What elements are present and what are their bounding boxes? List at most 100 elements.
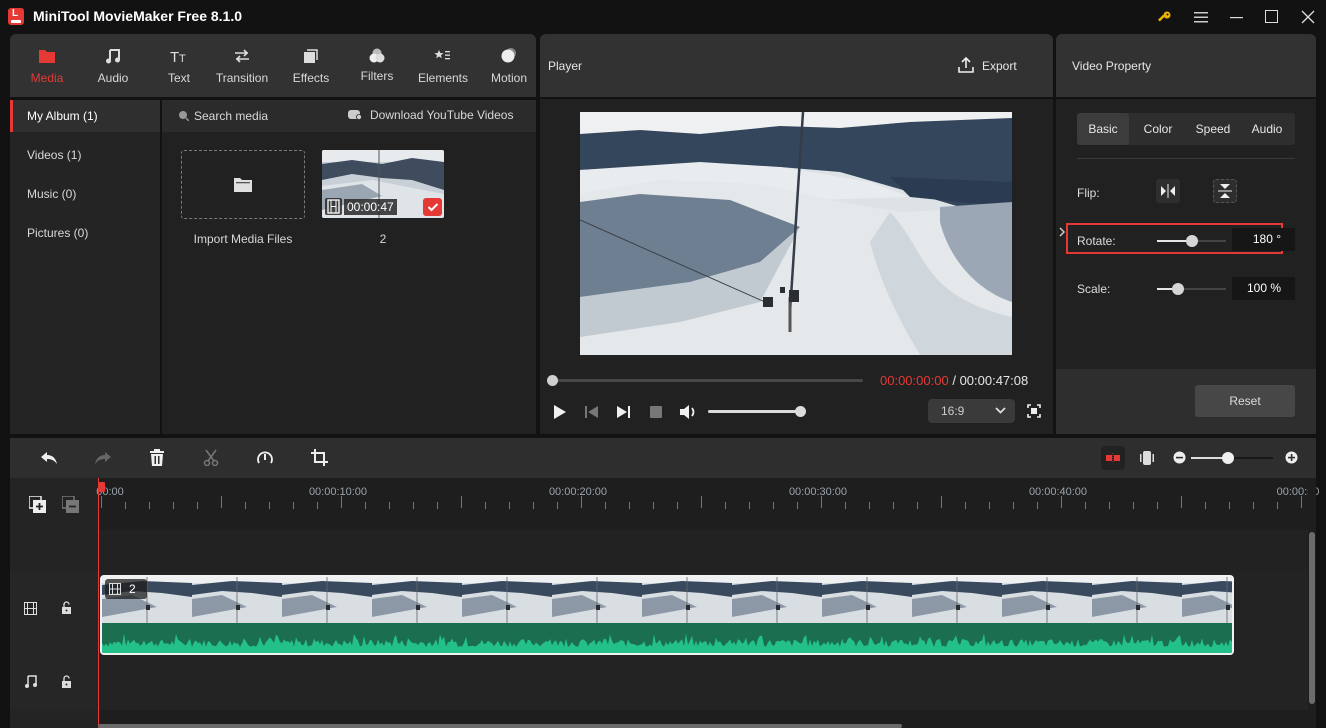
tab-audio[interactable]: Audio (80, 34, 146, 97)
time-separator: / (952, 373, 956, 388)
selected-check-icon[interactable] (423, 198, 442, 216)
crop-icon[interactable] (311, 449, 328, 466)
timeline-video-clip[interactable]: 2 (100, 575, 1234, 655)
reset-button[interactable]: Reset (1195, 385, 1295, 417)
timeline-zoom-handle[interactable] (1221, 452, 1234, 464)
tab-motion[interactable]: Motion (476, 34, 542, 97)
tab-label: Media (30, 71, 64, 85)
export-icon (957, 56, 975, 74)
menu-icon[interactable] (1188, 4, 1214, 30)
filters-icon (344, 46, 410, 66)
next-frame-icon[interactable] (616, 405, 630, 419)
tab-effects[interactable]: Effects (278, 34, 344, 97)
speed-icon[interactable] (256, 449, 274, 467)
ruler-minor-tick (485, 502, 486, 509)
redo-icon[interactable] (94, 450, 112, 466)
maximize-icon[interactable] (1259, 4, 1285, 30)
tab-elements[interactable]: Elements (410, 34, 476, 97)
rotate-slider-handle[interactable] (1185, 235, 1198, 247)
tab-media[interactable]: Media (14, 34, 80, 97)
fit-timeline-icon[interactable] (1140, 450, 1154, 466)
audio-waveform (102, 623, 1232, 653)
ruler-label: 00:00:20:00 (548, 486, 608, 498)
tab-speed[interactable]: Speed (1187, 113, 1239, 145)
time-display: 00:00:00:00 / 00:00:47:08 (880, 373, 1028, 388)
playhead-handle[interactable] (98, 482, 105, 492)
zoom-in-icon[interactable] (1285, 451, 1298, 464)
ruler-major-tick (1181, 496, 1182, 508)
clip-frame (912, 577, 1002, 623)
volume-icon[interactable] (680, 404, 698, 420)
clip-name: 2 (379, 232, 387, 246)
sidebar-item-pictures[interactable]: Pictures (0) (10, 217, 160, 249)
ruler-minor-tick (605, 502, 606, 509)
split-scissors-icon[interactable] (203, 449, 219, 466)
flip-vertical-icon[interactable] (1213, 179, 1237, 203)
ruler-minor-tick (749, 502, 750, 509)
ruler-minor-tick (293, 502, 294, 509)
tab-text[interactable]: TT Text (146, 34, 212, 97)
ruler-minor-tick (365, 502, 366, 509)
tab-transition[interactable]: Transition (209, 34, 275, 97)
delete-icon[interactable] (149, 449, 165, 466)
remove-track-icon[interactable] (62, 496, 80, 514)
tab-filters[interactable]: Filters (344, 34, 410, 97)
import-media-button[interactable] (181, 150, 305, 219)
volume-handle[interactable] (795, 406, 806, 417)
scale-slider-handle[interactable] (1172, 283, 1185, 295)
ruler-minor-tick (869, 502, 870, 509)
tab-basic[interactable]: Basic (1077, 113, 1129, 145)
clip-frame (192, 577, 282, 623)
divider (1077, 158, 1295, 159)
play-icon[interactable] (553, 405, 567, 419)
motion-icon (476, 46, 542, 66)
rotate-value-input[interactable]: 180 ° (1232, 228, 1295, 251)
flip-horizontal-icon[interactable] (1156, 179, 1180, 203)
video-track-header (10, 572, 98, 656)
snap-toggle-icon[interactable] (1101, 446, 1125, 470)
scale-value-input[interactable]: 100 % (1232, 277, 1295, 300)
clip-frames (102, 577, 1232, 623)
ruler-minor-tick (389, 502, 390, 509)
export-button[interactable]: Export (982, 59, 1017, 73)
fullscreen-icon[interactable] (1027, 404, 1041, 418)
ruler-minor-tick (725, 502, 726, 509)
ruler-minor-tick (125, 502, 126, 509)
stop-icon[interactable] (650, 406, 662, 418)
property-title: Video Property (1072, 59, 1152, 73)
undo-icon[interactable] (40, 450, 58, 466)
timeline-ruler[interactable]: 00:00 00:00:10:00 00:00:20:00 00:00:30:0… (96, 478, 1319, 520)
app-logo-icon (8, 8, 24, 25)
add-track-icon[interactable] (29, 496, 47, 514)
playback-progress-bar[interactable] (552, 379, 863, 382)
download-youtube-button[interactable]: Download YouTube Videos (370, 108, 513, 122)
minimize-icon[interactable] (1224, 4, 1250, 30)
unlock-icon[interactable] (61, 675, 72, 688)
sidebar-item-my-album[interactable]: My Album (1) (10, 100, 160, 132)
scale-label: Scale: (1077, 282, 1111, 296)
search-media-input[interactable]: Search media (194, 109, 268, 123)
ruler-minor-tick (893, 502, 894, 509)
horizontal-scrollbar[interactable] (98, 724, 902, 728)
clip-frame (822, 577, 912, 623)
ruler-major-tick (941, 496, 942, 508)
aspect-ratio-select[interactable]: 16:9 (928, 399, 1015, 423)
collapse-panel-handle[interactable] (1058, 227, 1068, 307)
license-key-icon[interactable] (1152, 4, 1178, 30)
audio-track-header (10, 656, 98, 710)
previous-frame-icon[interactable] (585, 405, 599, 419)
tab-color[interactable]: Color (1132, 113, 1184, 145)
app-title: MiniTool MovieMaker Free 8.1.0 (33, 8, 243, 24)
volume-slider[interactable] (708, 410, 801, 413)
vertical-scrollbar[interactable] (1309, 532, 1315, 704)
close-icon[interactable] (1295, 4, 1321, 30)
sidebar-item-music[interactable]: Music (0) (10, 178, 160, 210)
tab-label: Effects (292, 71, 330, 85)
unlock-icon[interactable] (61, 601, 72, 614)
tab-audio[interactable]: Audio (1241, 113, 1293, 145)
sidebar-item-videos[interactable]: Videos (1) (10, 139, 160, 171)
playback-progress-handle[interactable] (547, 375, 558, 386)
media-clip-thumbnail[interactable]: 00:00:47 (322, 150, 444, 218)
zoom-out-icon[interactable] (1173, 451, 1186, 464)
ruler-minor-tick (1037, 502, 1038, 509)
